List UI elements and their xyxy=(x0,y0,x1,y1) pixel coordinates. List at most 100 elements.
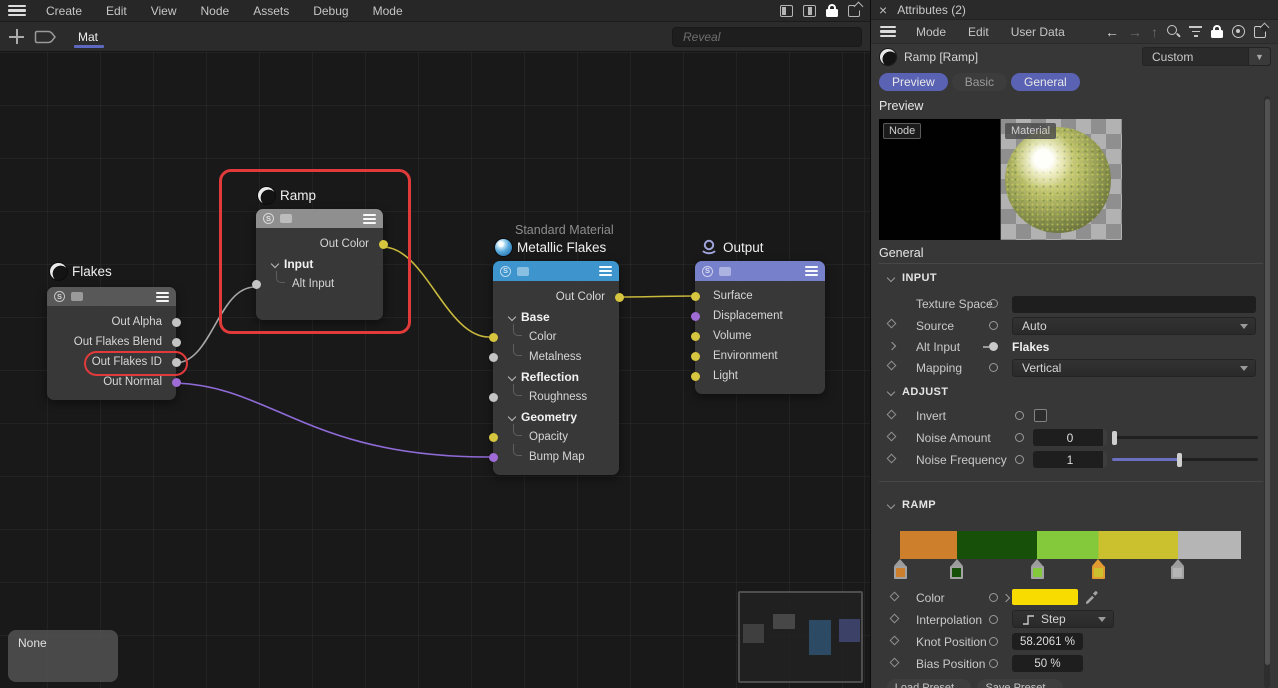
track-focus-icon[interactable] xyxy=(1232,25,1245,38)
slider-handle[interactable] xyxy=(1177,453,1182,467)
add-tab-icon[interactable] xyxy=(9,29,24,44)
flakes-node[interactable]: S Out Alpha Out Flakes Blend Out Flakes … xyxy=(47,287,176,400)
node-menu-icon[interactable] xyxy=(156,292,169,302)
spinner-handle[interactable] xyxy=(1103,451,1107,468)
source-keyframe-diamond[interactable] xyxy=(887,319,897,329)
search-icon[interactable] xyxy=(1167,25,1180,38)
chevron-down-icon[interactable] xyxy=(887,388,895,396)
bias-position-field[interactable]: 50 % xyxy=(1012,655,1083,672)
bias-position-port[interactable] xyxy=(989,659,998,668)
interpolation-port[interactable] xyxy=(989,615,998,624)
solo-icon[interactable]: S xyxy=(263,213,274,224)
menu-debug[interactable]: Debug xyxy=(301,4,360,18)
history-forward-icon[interactable]: → xyxy=(1128,25,1142,39)
port-dot-out-flakes-id[interactable] xyxy=(172,358,181,367)
preview-icon[interactable] xyxy=(517,267,529,276)
wire-outcolor-to-color[interactable] xyxy=(383,247,489,337)
wire-flakesid-to-altinput[interactable] xyxy=(175,287,255,363)
port-dot-out-flakes-blend[interactable] xyxy=(172,338,181,347)
layout-center-panel-icon[interactable] xyxy=(803,5,816,17)
interpolation-dropdown[interactable]: Step xyxy=(1012,610,1114,628)
detach-window-icon[interactable] xyxy=(1254,26,1266,38)
menu-edit[interactable]: Edit xyxy=(94,4,139,18)
port-dot-alt-input[interactable] xyxy=(252,280,261,289)
chevron-down-icon[interactable] xyxy=(508,413,516,421)
invert-port[interactable] xyxy=(1015,411,1024,420)
detach-window-icon[interactable] xyxy=(848,5,860,17)
port-dot-environment[interactable] xyxy=(691,352,700,361)
bias-position-keyframe-diamond[interactable] xyxy=(890,658,900,668)
output-node[interactable]: S Surface Displacement Volume Environmen… xyxy=(695,261,825,394)
noise-frequency-port[interactable] xyxy=(1015,455,1024,464)
ramp-knot[interactable] xyxy=(950,559,964,579)
menu-edit[interactable]: Edit xyxy=(957,25,1000,39)
geometry-group-row[interactable]: Geometry xyxy=(493,407,619,427)
port-dot-surface[interactable] xyxy=(691,292,700,301)
color-keyframe-diamond[interactable] xyxy=(890,592,900,602)
port-dot-out-color[interactable] xyxy=(379,240,388,249)
port-dot-volume[interactable] xyxy=(691,332,700,341)
solo-icon[interactable]: S xyxy=(702,266,713,277)
layout-left-panel-icon[interactable] xyxy=(780,5,793,17)
ramp-node[interactable]: S Out Color Input Alt Input xyxy=(256,209,383,320)
lock-icon[interactable] xyxy=(1211,25,1223,38)
menu-mode[interactable]: Mode xyxy=(905,25,957,39)
color-swatch[interactable] xyxy=(1012,589,1078,605)
port-dot-roughness[interactable] xyxy=(489,393,498,402)
eyedropper-icon[interactable] xyxy=(1084,588,1100,604)
tab-basic[interactable]: Basic xyxy=(952,73,1007,91)
noise-amount-port[interactable] xyxy=(1015,433,1024,442)
tab-mat[interactable]: Mat xyxy=(72,22,104,52)
texture-space-port[interactable] xyxy=(989,299,998,308)
adjust-section-header[interactable]: ADJUST xyxy=(888,386,948,398)
load-preset-button[interactable]: Load Preset... xyxy=(887,679,971,688)
alt-input-port-connected[interactable] xyxy=(989,342,998,351)
preset-dropdown[interactable]: Custom ▼ xyxy=(1142,47,1271,66)
filter-icon[interactable] xyxy=(1189,26,1202,37)
ramp-knot[interactable] xyxy=(1171,559,1185,579)
port-dot-light[interactable] xyxy=(691,372,700,381)
ramp-knot[interactable] xyxy=(1091,559,1105,579)
menu-view[interactable]: View xyxy=(139,4,189,18)
ramp-node-header[interactable]: S xyxy=(256,209,383,228)
hamburger-menu-icon[interactable] xyxy=(8,5,26,17)
output-node-header[interactable]: S xyxy=(695,261,825,281)
close-icon[interactable]: × xyxy=(879,3,887,17)
port-dot-out-alpha[interactable] xyxy=(172,318,181,327)
noise-amount-slider[interactable] xyxy=(1112,436,1258,439)
reveal-search-input[interactable] xyxy=(672,27,862,47)
ramp-section-header[interactable]: RAMP xyxy=(888,499,936,511)
node-menu-icon[interactable] xyxy=(805,266,818,276)
source-port[interactable] xyxy=(989,321,998,330)
knot-position-keyframe-diamond[interactable] xyxy=(890,636,900,646)
chevron-down-icon[interactable] xyxy=(508,373,516,381)
base-group-row[interactable]: Base xyxy=(493,307,619,327)
menu-mode[interactable]: Mode xyxy=(361,4,415,18)
port-dot-opacity[interactable] xyxy=(489,433,498,442)
port-dot-metalness[interactable] xyxy=(489,353,498,362)
chevron-right-icon[interactable] xyxy=(1002,594,1010,602)
chevron-down-icon[interactable] xyxy=(508,313,516,321)
hamburger-menu-icon[interactable] xyxy=(880,26,896,37)
ramp-gradient-bar[interactable] xyxy=(900,531,1241,559)
input-section-header[interactable]: INPUT xyxy=(888,272,937,284)
noise-amount-field[interactable]: 0 xyxy=(1033,429,1107,446)
mapping-keyframe-diamond[interactable] xyxy=(887,361,897,371)
ramp-knot[interactable] xyxy=(893,559,907,579)
chevron-right-icon[interactable] xyxy=(888,342,896,350)
invert-keyframe-diamond[interactable] xyxy=(887,410,897,420)
menu-create[interactable]: Create xyxy=(34,4,94,18)
metallic-flakes-node[interactable]: S Out Color Base Color Metalness Reflect… xyxy=(493,261,619,475)
color-port[interactable] xyxy=(989,593,998,602)
chevron-down-icon[interactable] xyxy=(887,501,895,509)
menu-user-data[interactable]: User Data xyxy=(1000,25,1076,39)
ramp-knot[interactable] xyxy=(1030,559,1044,579)
preview-icon[interactable] xyxy=(71,292,83,301)
chevron-down-icon[interactable] xyxy=(271,260,279,268)
texture-space-field[interactable] xyxy=(1012,296,1256,313)
solo-icon[interactable]: S xyxy=(500,266,511,277)
mapping-port[interactable] xyxy=(989,363,998,372)
history-back-icon[interactable]: ← xyxy=(1105,25,1119,39)
save-preset-button[interactable]: Save Preset... xyxy=(977,679,1063,688)
spinner-handle[interactable] xyxy=(1103,429,1107,446)
